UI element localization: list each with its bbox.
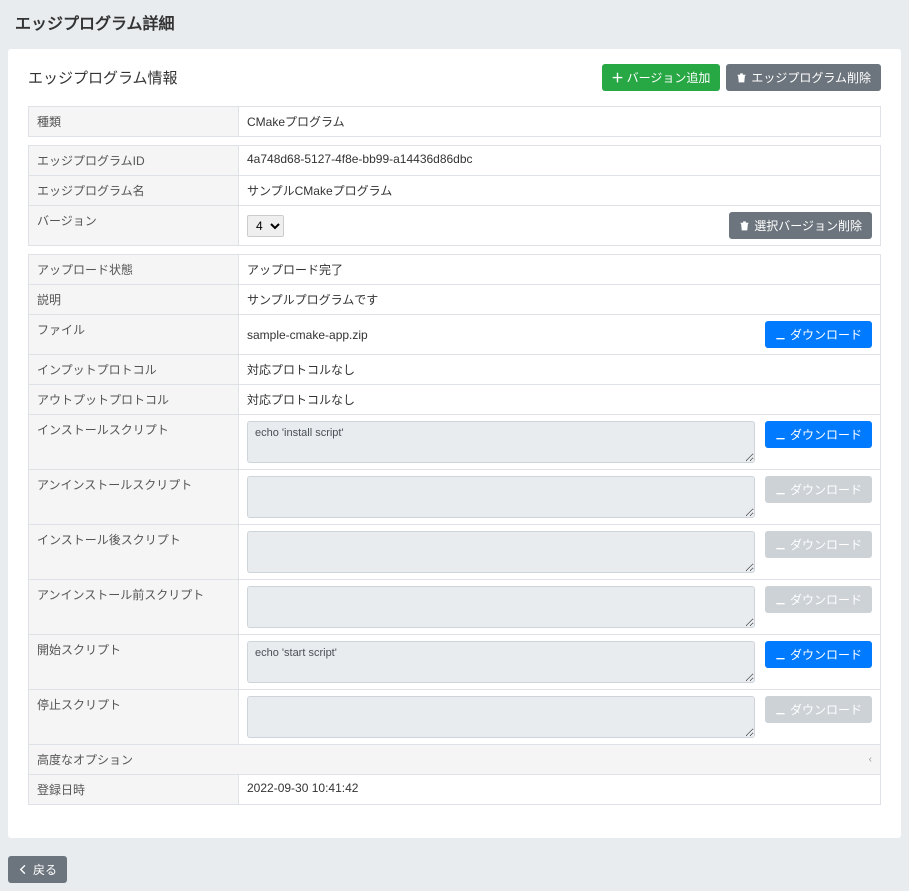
download-icon — [775, 539, 786, 550]
delete-program-button[interactable]: エッジプログラム削除 — [726, 64, 881, 91]
download-label: ダウンロード — [790, 646, 862, 663]
value-output-protocol: 対応プロトコルなし — [239, 385, 881, 415]
label-post-install-script: インストール後スクリプト — [29, 525, 239, 580]
value-input-protocol: 対応プロトコルなし — [239, 355, 881, 385]
value-type: CMakeプログラム — [239, 107, 881, 137]
download-label: ダウンロード — [790, 536, 862, 553]
download-icon — [775, 704, 786, 715]
download-label: ダウンロード — [790, 701, 862, 718]
download-icon — [775, 649, 786, 660]
value-upload-status: アップロード完了 — [239, 255, 881, 285]
post-install-script-textarea[interactable] — [247, 531, 755, 573]
arrow-left-icon — [18, 864, 29, 875]
label-description: 説明 — [29, 285, 239, 315]
download-post-install-script-button: ダウンロード — [765, 531, 872, 558]
value-registered-at: 2022-09-30 10:41:42 — [239, 775, 881, 805]
section-title: エッジプログラム情報 — [28, 67, 178, 88]
label-start-script: 開始スクリプト — [29, 635, 239, 690]
label-stop-script: 停止スクリプト — [29, 690, 239, 745]
download-file-button[interactable]: ダウンロード — [765, 321, 872, 348]
start-script-textarea[interactable] — [247, 641, 755, 683]
value-file: sample-cmake-app.zip — [247, 328, 368, 342]
install-script-textarea[interactable] — [247, 421, 755, 463]
label-program-name: エッジプログラム名 — [29, 176, 239, 206]
delete-version-button[interactable]: 選択バージョン削除 — [729, 212, 872, 239]
trash-icon — [736, 72, 747, 83]
label-uninstall-script: アンインストールスクリプト — [29, 470, 239, 525]
label-file: ファイル — [29, 315, 239, 355]
back-button[interactable]: 戻る — [8, 856, 67, 883]
download-start-script-button[interactable]: ダウンロード — [765, 641, 872, 668]
label-pre-uninstall-script: アンインストール前スクリプト — [29, 580, 239, 635]
download-label: ダウンロード — [790, 326, 862, 343]
delete-version-label: 選択バージョン削除 — [754, 217, 862, 234]
value-description: サンプルプログラムです — [239, 285, 881, 315]
label-type: 種類 — [29, 107, 239, 137]
detail-panel: エッジプログラム情報 バージョン追加 エッジプログラム削除 種類 CMakeプロ… — [8, 49, 901, 838]
chevron-left-icon: ‹ — [869, 754, 872, 765]
value-program-name: サンプルCMakeプログラム — [239, 176, 881, 206]
back-label: 戻る — [33, 861, 57, 878]
download-uninstall-script-button: ダウンロード — [765, 476, 872, 503]
download-label: ダウンロード — [790, 591, 862, 608]
plus-icon — [612, 72, 623, 83]
download-icon — [775, 329, 786, 340]
pre-uninstall-script-textarea[interactable] — [247, 586, 755, 628]
advanced-options-row[interactable]: 高度なオプション ‹ — [29, 745, 881, 775]
label-registered-at: 登録日時 — [29, 775, 239, 805]
label-version: バージョン — [29, 206, 239, 246]
add-version-button[interactable]: バージョン追加 — [602, 64, 721, 91]
download-stop-script-button: ダウンロード — [765, 696, 872, 723]
label-output-protocol: アウトプットプロトコル — [29, 385, 239, 415]
label-upload-status: アップロード状態 — [29, 255, 239, 285]
download-label: ダウンロード — [790, 426, 862, 443]
download-install-script-button[interactable]: ダウンロード — [765, 421, 872, 448]
uninstall-script-textarea[interactable] — [247, 476, 755, 518]
page-title: エッジプログラム詳細 — [15, 10, 894, 34]
version-select[interactable]: 4 — [247, 215, 284, 237]
stop-script-textarea[interactable] — [247, 696, 755, 738]
download-icon — [775, 429, 786, 440]
add-version-label: バージョン追加 — [627, 69, 711, 86]
value-program-id: 4a748d68-5127-4f8e-bb99-a14436d86dbc — [239, 146, 881, 176]
download-label: ダウンロード — [790, 481, 862, 498]
download-pre-uninstall-script-button: ダウンロード — [765, 586, 872, 613]
label-advanced-options: 高度なオプション — [37, 751, 133, 768]
delete-program-label: エッジプログラム削除 — [751, 69, 871, 86]
label-program-id: エッジプログラムID — [29, 146, 239, 176]
label-input-protocol: インプットプロトコル — [29, 355, 239, 385]
download-icon — [775, 484, 786, 495]
download-icon — [775, 594, 786, 605]
trash-icon — [739, 220, 750, 231]
label-install-script: インストールスクリプト — [29, 415, 239, 470]
